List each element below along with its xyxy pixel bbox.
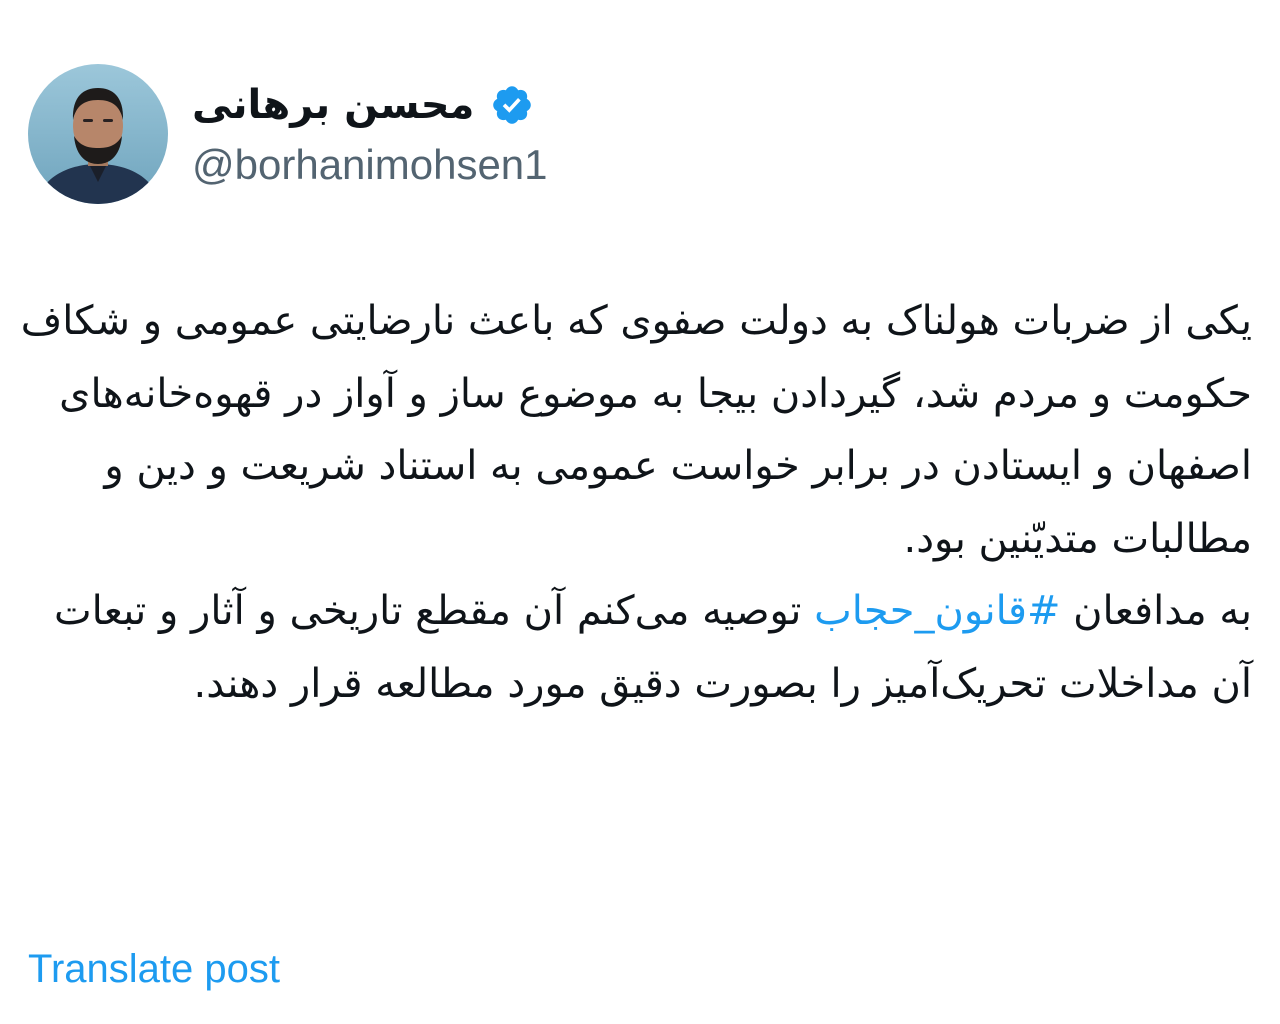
tweet-text: یکی از ضربات هولناک به دولت صفوی که باعث… bbox=[20, 285, 1252, 720]
avatar[interactable] bbox=[28, 64, 168, 204]
tweet-paragraph: یکی از ضربات هولناک به دولت صفوی که باعث… bbox=[20, 298, 1252, 562]
profile-photo bbox=[28, 64, 168, 204]
tweet-paragraph: به مدافعان #قانون_حجاب توصیه می‌کنم آن م… bbox=[20, 575, 1252, 720]
author-display-name[interactable]: محسن برهانی bbox=[192, 78, 474, 132]
author-handle[interactable]: @borhanimohsen1 bbox=[192, 140, 548, 190]
tweet-text-segment: به مدافعان bbox=[1060, 588, 1252, 634]
translate-post-link[interactable]: Translate post bbox=[28, 944, 280, 994]
author-header: محسن برهانی bbox=[192, 78, 534, 132]
verified-badge-icon[interactable] bbox=[490, 83, 534, 127]
hashtag-link[interactable]: #قانون_حجاب bbox=[814, 588, 1060, 634]
